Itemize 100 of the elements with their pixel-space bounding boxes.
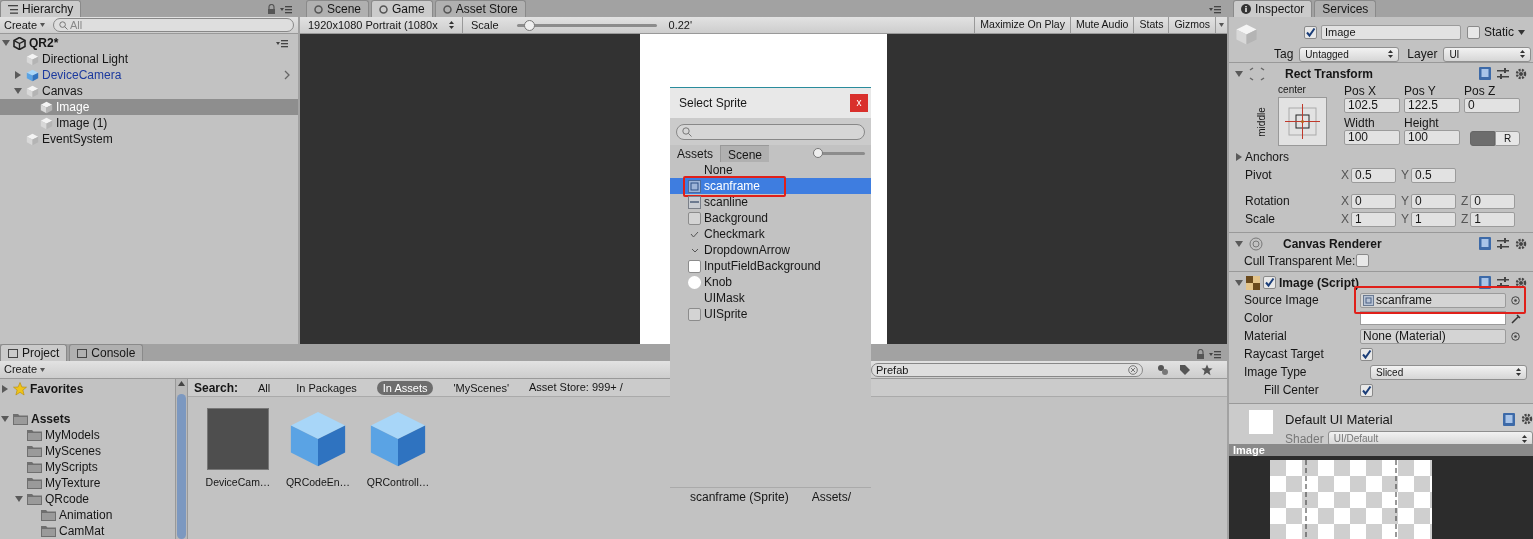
- number-field[interactable]: 1: [1351, 211, 1396, 227]
- toggle-arrow-icon[interactable]: [1235, 153, 1243, 161]
- dropdown[interactable]: UI: [1443, 46, 1532, 62]
- toolbar-button[interactable]: Maximize On Play: [974, 17, 1070, 33]
- slider-thumb[interactable]: [813, 148, 823, 158]
- number-field[interactable]: 0: [1470, 193, 1516, 209]
- search-field[interactable]: Prefab: [871, 362, 1143, 377]
- help-book-icon[interactable]: [1479, 237, 1491, 250]
- checkbox[interactable]: [1263, 276, 1276, 289]
- folder-name[interactable]: MyTexture: [45, 474, 101, 492]
- tab[interactable]: Services: [1314, 0, 1377, 17]
- sprite-row[interactable]: scanframe: [670, 178, 871, 194]
- blueprint-toggle[interactable]: [1470, 131, 1495, 146]
- menu-icon[interactable]: [276, 38, 288, 48]
- sprite-row[interactable]: Background: [670, 210, 871, 226]
- sprite-row[interactable]: None: [670, 162, 871, 178]
- object-field[interactable]: None (Material): [1360, 328, 1506, 344]
- label-icon[interactable]: [1179, 363, 1191, 376]
- number-field[interactable]: 0.5: [1411, 167, 1456, 183]
- checkbox[interactable]: [1356, 254, 1370, 267]
- settings-icon[interactable]: [1515, 276, 1527, 289]
- sprite-row[interactable]: DropdownArrow: [670, 242, 871, 258]
- asset-name[interactable]: QRControll…: [366, 475, 430, 491]
- star-icon[interactable]: [1201, 363, 1213, 376]
- filter-icon[interactable]: [1157, 363, 1169, 376]
- toggle-arrow-icon[interactable]: [15, 495, 23, 503]
- folder-name[interactable]: Assets: [31, 410, 71, 428]
- number-field[interactable]: 1: [1411, 211, 1456, 227]
- help-book-icon[interactable]: [1479, 67, 1491, 80]
- tab[interactable]: Console: [69, 344, 144, 361]
- object-field[interactable]: scanframe: [1360, 292, 1506, 308]
- scroll-up-icon[interactable]: [178, 381, 185, 386]
- name-field[interactable]: Image: [1321, 24, 1461, 40]
- tab[interactable]: Project: [0, 344, 68, 361]
- slider-thumb[interactable]: [524, 19, 536, 31]
- tab[interactable]: Scene: [720, 145, 770, 162]
- number-field[interactable]: 0: [1464, 98, 1520, 113]
- clear-icon[interactable]: [1128, 364, 1138, 375]
- sprite-row[interactable]: Checkmark: [670, 226, 871, 242]
- folder-name[interactable]: MyModels: [45, 426, 100, 444]
- number-field[interactable]: 100: [1404, 130, 1460, 145]
- close-button[interactable]: x: [850, 94, 868, 112]
- toggle-arrow-icon[interactable]: [1235, 278, 1243, 287]
- filter-tab[interactable]: All: [252, 380, 277, 395]
- create-dropdown[interactable]: Create: [4, 361, 46, 378]
- texture-thumbnail[interactable]: [207, 408, 269, 470]
- folder-name[interactable]: CamMat: [59, 522, 105, 539]
- object-picker-icon[interactable]: [1511, 295, 1520, 305]
- filter-tab[interactable]: In Assets: [376, 380, 434, 395]
- resolution-dropdown[interactable]: 1920x1080 Portrait (1080x: [300, 17, 463, 33]
- number-field[interactable]: 100: [1344, 130, 1400, 145]
- tab[interactable]: Scene: [306, 0, 370, 17]
- number-field[interactable]: 122.5: [1404, 98, 1460, 113]
- toggle-arrow-icon[interactable]: [2, 39, 10, 47]
- folder-name[interactable]: Favorites: [30, 380, 84, 398]
- settings-icon[interactable]: [1515, 237, 1527, 250]
- object-picker-icon[interactable]: [1511, 331, 1520, 341]
- toggle-arrow-icon[interactable]: [14, 87, 22, 95]
- filter-tab[interactable]: 'MyScenes': [447, 380, 515, 395]
- sprite-row[interactable]: Knob: [670, 274, 871, 290]
- search-field[interactable]: All: [53, 18, 294, 32]
- caret-icon[interactable]: [1518, 29, 1525, 35]
- search-input[interactable]: All: [70, 19, 288, 31]
- scroll-thumb[interactable]: [177, 394, 186, 539]
- lock-icon[interactable]: [1196, 349, 1205, 359]
- tab[interactable]: Game: [371, 0, 433, 17]
- sliders-icon[interactable]: [1497, 237, 1509, 250]
- number-field[interactable]: 1: [1470, 211, 1516, 227]
- hierarchy-row[interactable]: Directional Light: [0, 51, 298, 67]
- toggle-arrow-icon[interactable]: [1235, 239, 1243, 248]
- number-field[interactable]: 0.5: [1351, 167, 1396, 183]
- toggle-arrow-icon[interactable]: [14, 71, 22, 79]
- help-book-icon[interactable]: [1502, 413, 1515, 427]
- create-dropdown[interactable]: Create: [4, 16, 46, 34]
- scene-name[interactable]: QR2*: [29, 34, 273, 52]
- sprite-row[interactable]: InputFieldBackground: [670, 258, 871, 274]
- settings-icon[interactable]: [1520, 413, 1533, 426]
- number-field[interactable]: 0: [1411, 193, 1456, 209]
- hierarchy-row[interactable]: Image (1): [0, 115, 298, 131]
- sliders-icon[interactable]: [1497, 67, 1509, 80]
- folder-name[interactable]: QRcode: [45, 490, 90, 508]
- toggle-arrow-icon[interactable]: [1, 415, 9, 423]
- folder-name[interactable]: Animation: [59, 506, 113, 524]
- settings-icon[interactable]: [1515, 67, 1527, 80]
- toolbar-button[interactable]: Stats: [1133, 17, 1169, 33]
- sprite-row[interactable]: UISprite: [670, 306, 871, 322]
- menu-icon[interactable]: [1209, 5, 1221, 14]
- caret-icon[interactable]: [1219, 23, 1224, 27]
- chevron-right-icon[interactable]: [284, 70, 290, 80]
- anchor-preset-button[interactable]: [1277, 97, 1327, 146]
- tab[interactable]: Inspector: [1233, 0, 1313, 17]
- checkbox[interactable]: [1304, 25, 1317, 39]
- hierarchy-row[interactable]: Canvas: [0, 83, 298, 99]
- toolbar-button[interactable]: Mute Audio: [1069, 17, 1134, 33]
- checkbox[interactable]: [1467, 25, 1480, 39]
- eyedropper-icon[interactable]: [1511, 312, 1522, 324]
- lock-icon[interactable]: [267, 4, 276, 14]
- filter-tab[interactable]: In Packages: [290, 380, 363, 395]
- menu-icon[interactable]: [280, 4, 292, 14]
- tab[interactable]: Hierarchy: [0, 0, 82, 17]
